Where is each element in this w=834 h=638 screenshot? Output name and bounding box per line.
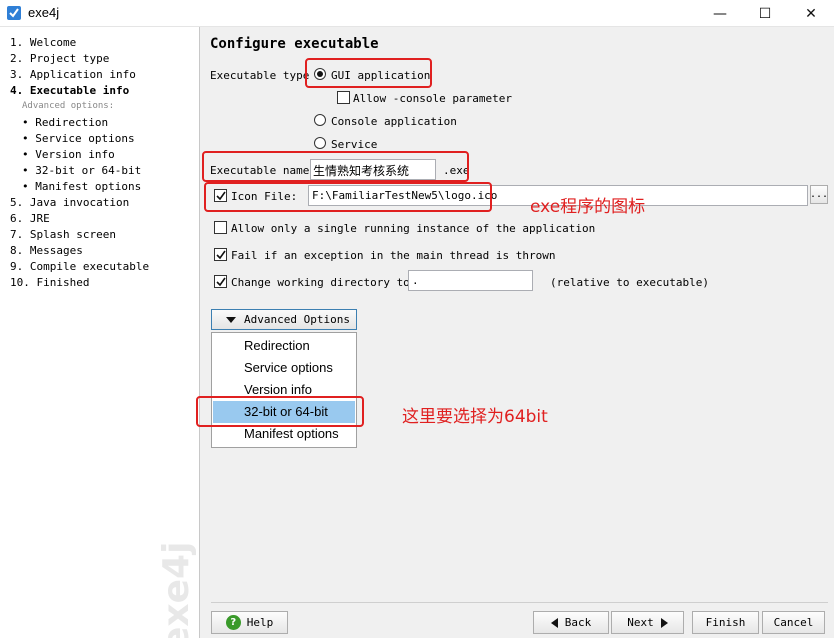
cancel-button[interactable]: Cancel [762, 611, 825, 634]
executable-name-input[interactable]: 生情熟知考核系统 [310, 159, 436, 180]
executable-type-label: Executable type [210, 69, 310, 82]
menu-item-32-or-64-bit[interactable]: 32-bit or 64-bit [213, 401, 355, 423]
step-finished[interactable]: 10. Finished [10, 276, 89, 289]
minimize-button[interactable]: — [697, 0, 743, 27]
step-jre[interactable]: 6. JRE [10, 212, 50, 225]
step-manifest-options[interactable]: • Manifest options [22, 180, 141, 193]
help-button[interactable]: ? Help [211, 611, 288, 634]
relative-to-executable-note: (relative to executable) [550, 276, 709, 289]
back-button[interactable]: Back [533, 611, 609, 634]
help-label: Help [246, 616, 274, 629]
single-instance-checkbox[interactable] [214, 221, 227, 234]
next-button[interactable]: Next [611, 611, 684, 634]
step-version-info[interactable]: • Version info [22, 148, 115, 161]
step-splash-screen[interactable]: 7. Splash screen [10, 228, 116, 241]
exe-suffix-label: .exe [443, 164, 470, 177]
icon-file-label: Icon File: [231, 190, 298, 203]
title-bar: exe4j — ☐ ✕ [0, 0, 834, 27]
footer-separator [211, 602, 828, 603]
console-application-radio[interactable] [314, 114, 326, 126]
gui-application-radio[interactable] [314, 68, 326, 80]
exe4j-app-icon [7, 6, 21, 20]
step-java-invocation[interactable]: 5. Java invocation [10, 196, 129, 209]
exe4j-watermark: exe4j [156, 541, 197, 638]
working-dir-input[interactable]: . [408, 270, 533, 291]
window-title: exe4j [28, 5, 60, 20]
fail-on-exception-label: Fail if an exception in the main thread … [231, 249, 556, 262]
browse-icon-button[interactable]: ... [810, 185, 828, 204]
next-arrow-icon [660, 617, 668, 628]
step-redirection[interactable]: • Redirection [22, 116, 108, 129]
page-title: Configure executable [210, 36, 379, 52]
single-instance-label: Allow only a single running instance of … [231, 222, 596, 235]
service-radio[interactable] [314, 137, 326, 149]
help-icon: ? [225, 615, 241, 630]
bit-annotation-note: 这里要选择为64bit [402, 407, 548, 427]
step-application-info[interactable]: 3. Application info [10, 68, 136, 81]
console-application-label: Console application [331, 115, 457, 128]
advanced-options-label: Advanced Options [244, 313, 350, 326]
next-label: Next [627, 616, 654, 629]
wizard-steps-sidebar: 1. Welcome 2. Project type 3. Applicatio… [0, 27, 200, 638]
executable-name-label: Executable name: [210, 164, 316, 177]
maximize-button[interactable]: ☐ [742, 0, 788, 27]
back-label: Back [564, 616, 592, 629]
allow-console-checkbox[interactable] [337, 91, 350, 104]
change-working-dir-label: Change working directory to: [231, 276, 417, 289]
triangle-down-icon [226, 316, 236, 323]
advanced-options-heading: Advanced options: [22, 101, 115, 111]
menu-item-manifest-options[interactable]: Manifest options [213, 423, 355, 445]
step-executable-info[interactable]: 4. Executable info [10, 84, 129, 97]
change-working-dir-checkbox[interactable] [214, 275, 227, 288]
fail-on-exception-checkbox[interactable] [214, 248, 227, 261]
step-compile-executable[interactable]: 9. Compile executable [10, 260, 149, 273]
allow-console-label: Allow -console parameter [353, 92, 512, 105]
step-service-options[interactable]: • Service options [22, 132, 135, 145]
step-messages[interactable]: 8. Messages [10, 244, 83, 257]
close-button[interactable]: ✕ [788, 0, 834, 27]
menu-item-redirection[interactable]: Redirection [213, 335, 355, 357]
step-welcome[interactable]: 1. Welcome [10, 36, 76, 49]
menu-item-service-options[interactable]: Service options [213, 357, 355, 379]
step-project-type[interactable]: 2. Project type [10, 52, 109, 65]
advanced-options-menu: Redirection Service options Version info… [211, 332, 357, 448]
menu-item-version-info[interactable]: Version info [213, 379, 355, 401]
icon-annotation-note: exe程序的图标 [530, 197, 646, 217]
step-32-or-64-bit[interactable]: • 32-bit or 64-bit [22, 164, 141, 177]
finish-button[interactable]: Finish [692, 611, 759, 634]
icon-file-checkbox[interactable] [214, 189, 227, 202]
back-arrow-icon [550, 617, 558, 628]
advanced-options-button[interactable]: Advanced Options [211, 309, 357, 330]
gui-application-label: GUI application [331, 69, 431, 82]
service-label: Service [331, 138, 378, 151]
